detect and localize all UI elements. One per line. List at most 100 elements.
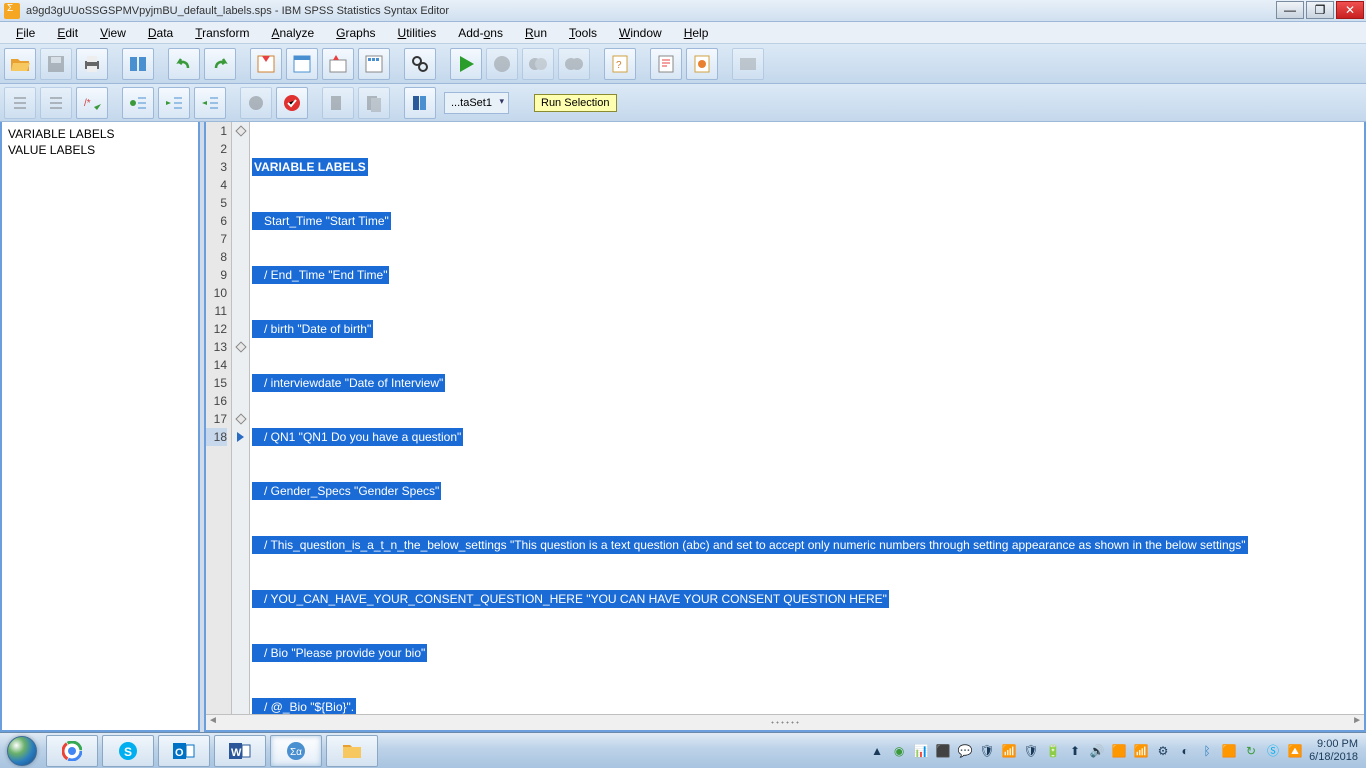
tray-clock[interactable]: 9:00 PM 6/18/2018 — [1309, 738, 1358, 764]
menu-graphs[interactable]: Graphs — [326, 24, 385, 42]
svg-text:?: ? — [616, 60, 622, 71]
taskbar-outlook-icon[interactable]: O — [158, 735, 210, 767]
menu-file[interactable]: File — [6, 24, 45, 42]
tray-icon[interactable]: ▲ — [869, 743, 885, 759]
outdent-icon[interactable] — [40, 87, 72, 119]
dialog-recall-icon[interactable] — [122, 48, 154, 80]
editor-body[interactable]: 12 34 56 78 910 1112 1314 1516 1718 VARI… — [206, 122, 1364, 714]
tray-icon[interactable]: 📶 — [1001, 743, 1017, 759]
print-icon[interactable] — [76, 48, 108, 80]
menu-edit[interactable]: Edit — [47, 24, 88, 42]
close-button[interactable]: ✕ — [1336, 1, 1364, 19]
output-icon[interactable] — [686, 48, 718, 80]
menu-run[interactable]: Run — [515, 24, 557, 42]
breakpoint-icon[interactable] — [240, 87, 272, 119]
tray-bluetooth-icon[interactable]: ᛒ — [1199, 743, 1215, 759]
nav-item-variable-labels[interactable]: VARIABLE LABELS — [8, 126, 192, 142]
svg-text:S: S — [124, 745, 132, 759]
comment-block-icon[interactable] — [358, 87, 390, 119]
tray-volume-icon[interactable]: 🔊 — [1089, 743, 1105, 759]
uncomment-icon[interactable] — [322, 87, 354, 119]
horizontal-scrollbar[interactable] — [206, 714, 1364, 730]
tray-icon[interactable]: 📊 — [913, 743, 929, 759]
syntax-editor: 12 34 56 78 910 1112 1314 1516 1718 VARI… — [204, 122, 1366, 732]
tray-icon[interactable]: ⚙ — [1155, 743, 1171, 759]
toolbar-main: ? — [0, 44, 1366, 84]
marker-gutter — [232, 122, 250, 714]
clear-breakpoints-icon[interactable] — [276, 87, 308, 119]
tray-skype-icon[interactable]: Ⓢ — [1265, 743, 1281, 759]
window-title: a9gd3gUUoSSGSPMVpyjmBU_default_labels.sp… — [26, 5, 449, 17]
tray-icon[interactable]: 💬 — [957, 743, 973, 759]
menu-data[interactable]: Data — [138, 24, 183, 42]
taskbar-skype-icon[interactable]: S — [102, 735, 154, 767]
taskbar-chrome-icon[interactable] — [46, 735, 98, 767]
display-icon[interactable] — [732, 48, 764, 80]
tray-icon[interactable]: 🛡 — [1023, 743, 1039, 759]
workspace: VARIABLE LABELS VALUE LABELS 12 34 56 78… — [0, 122, 1366, 732]
svg-text:Σα: Σα — [290, 747, 302, 758]
code-area[interactable]: VARIABLE LABELS Start_Time "Start Time" … — [250, 122, 1364, 714]
maximize-button[interactable]: ❐ — [1306, 1, 1334, 19]
tray-icon[interactable]: ◉ — [891, 743, 907, 759]
variables-icon[interactable] — [322, 48, 354, 80]
indent-icon[interactable] — [4, 87, 36, 119]
stop-icon[interactable] — [486, 48, 518, 80]
tray-icon[interactable]: 🟧 — [1111, 743, 1127, 759]
menu-view[interactable]: View — [90, 24, 136, 42]
run-selection-button[interactable] — [450, 48, 482, 80]
menu-analyze[interactable]: Analyze — [261, 24, 324, 42]
taskbar-word-icon[interactable]: W — [214, 735, 266, 767]
minimize-button[interactable]: — — [1276, 1, 1304, 19]
redo-icon[interactable] — [204, 48, 236, 80]
menu-window[interactable]: Window — [609, 24, 672, 42]
menu-tools[interactable]: Tools — [559, 24, 607, 42]
tray-icon[interactable]: 🛡 — [979, 743, 995, 759]
menu-addons[interactable]: Add-ons — [448, 24, 513, 42]
menu-transform[interactable]: Transform — [185, 24, 259, 42]
open-icon[interactable] — [4, 48, 36, 80]
syntax-help-icon[interactable]: ? — [604, 48, 636, 80]
find-icon[interactable] — [404, 48, 436, 80]
tray-network-icon[interactable]: 📶 — [1133, 743, 1149, 759]
bookmark-next-icon[interactable] — [158, 87, 190, 119]
tray-battery-icon[interactable]: 🔋 — [1045, 743, 1061, 759]
tray-icon[interactable]: 🔼 — [1287, 743, 1303, 759]
tray-icon[interactable]: ⬛ — [935, 743, 951, 759]
menubar: File Edit View Data Transform Analyze Gr… — [0, 22, 1366, 44]
menu-help[interactable]: Help — [674, 24, 719, 42]
tray-icon[interactable]: ↻ — [1243, 743, 1259, 759]
start-button[interactable] — [0, 734, 44, 768]
menu-utilities[interactable]: Utilities — [388, 24, 447, 42]
tray-icon[interactable]: ◐ — [1177, 743, 1193, 759]
active-dataset-combo[interactable]: ...taSet1 — [444, 92, 509, 114]
window-titlebar: a9gd3gUUoSSGSPMVpyjmBU_default_labels.sp… — [0, 0, 1366, 22]
toolbar-syntax: /* ...taSet1 — [0, 84, 1366, 122]
goto-variable-icon[interactable] — [286, 48, 318, 80]
app-icon — [4, 3, 20, 19]
svg-text:O: O — [175, 747, 184, 759]
taskbar-spss-icon[interactable]: Σα — [270, 735, 322, 767]
goto-case-icon[interactable] — [250, 48, 282, 80]
undo-icon[interactable] — [168, 48, 200, 80]
save-icon[interactable] — [40, 48, 72, 80]
taskbar-explorer-icon[interactable] — [326, 735, 378, 767]
step-icon[interactable] — [558, 48, 590, 80]
navigation-panel[interactable]: VARIABLE LABELS VALUE LABELS — [0, 122, 200, 732]
current-line-marker-icon — [237, 432, 244, 442]
bookmark-prev-icon[interactable] — [194, 87, 226, 119]
svg-text:/*: /* — [84, 98, 91, 109]
line-number-gutter: 12 34 56 78 910 1112 1314 1516 1718 — [206, 122, 232, 714]
tray-icon[interactable]: 🟧 — [1221, 743, 1237, 759]
toggle-comment-icon[interactable]: /* — [76, 87, 108, 119]
bookmark-toggle-icon[interactable] — [122, 87, 154, 119]
run-descriptives-icon[interactable] — [358, 48, 390, 80]
continue-icon[interactable] — [522, 48, 554, 80]
reference-icon[interactable] — [404, 87, 436, 119]
nav-item-value-labels[interactable]: VALUE LABELS — [8, 142, 192, 158]
new-syntax-icon[interactable] — [650, 48, 682, 80]
system-tray[interactable]: ▲ ◉ 📊 ⬛ 💬 🛡 📶 🛡 🔋 ⬆ 🔊 🟧 📶 ⚙ ◐ ᛒ 🟧 ↻ Ⓢ 🔼 … — [861, 738, 1366, 764]
tray-icon[interactable]: ⬆ — [1067, 743, 1083, 759]
tooltip-run-selection: Run Selection — [534, 94, 617, 112]
windows-taskbar: S O W Σα ▲ ◉ 📊 ⬛ 💬 🛡 📶 🛡 🔋 ⬆ 🔊 🟧 📶 ⚙ ◐ ᛒ… — [0, 732, 1366, 768]
